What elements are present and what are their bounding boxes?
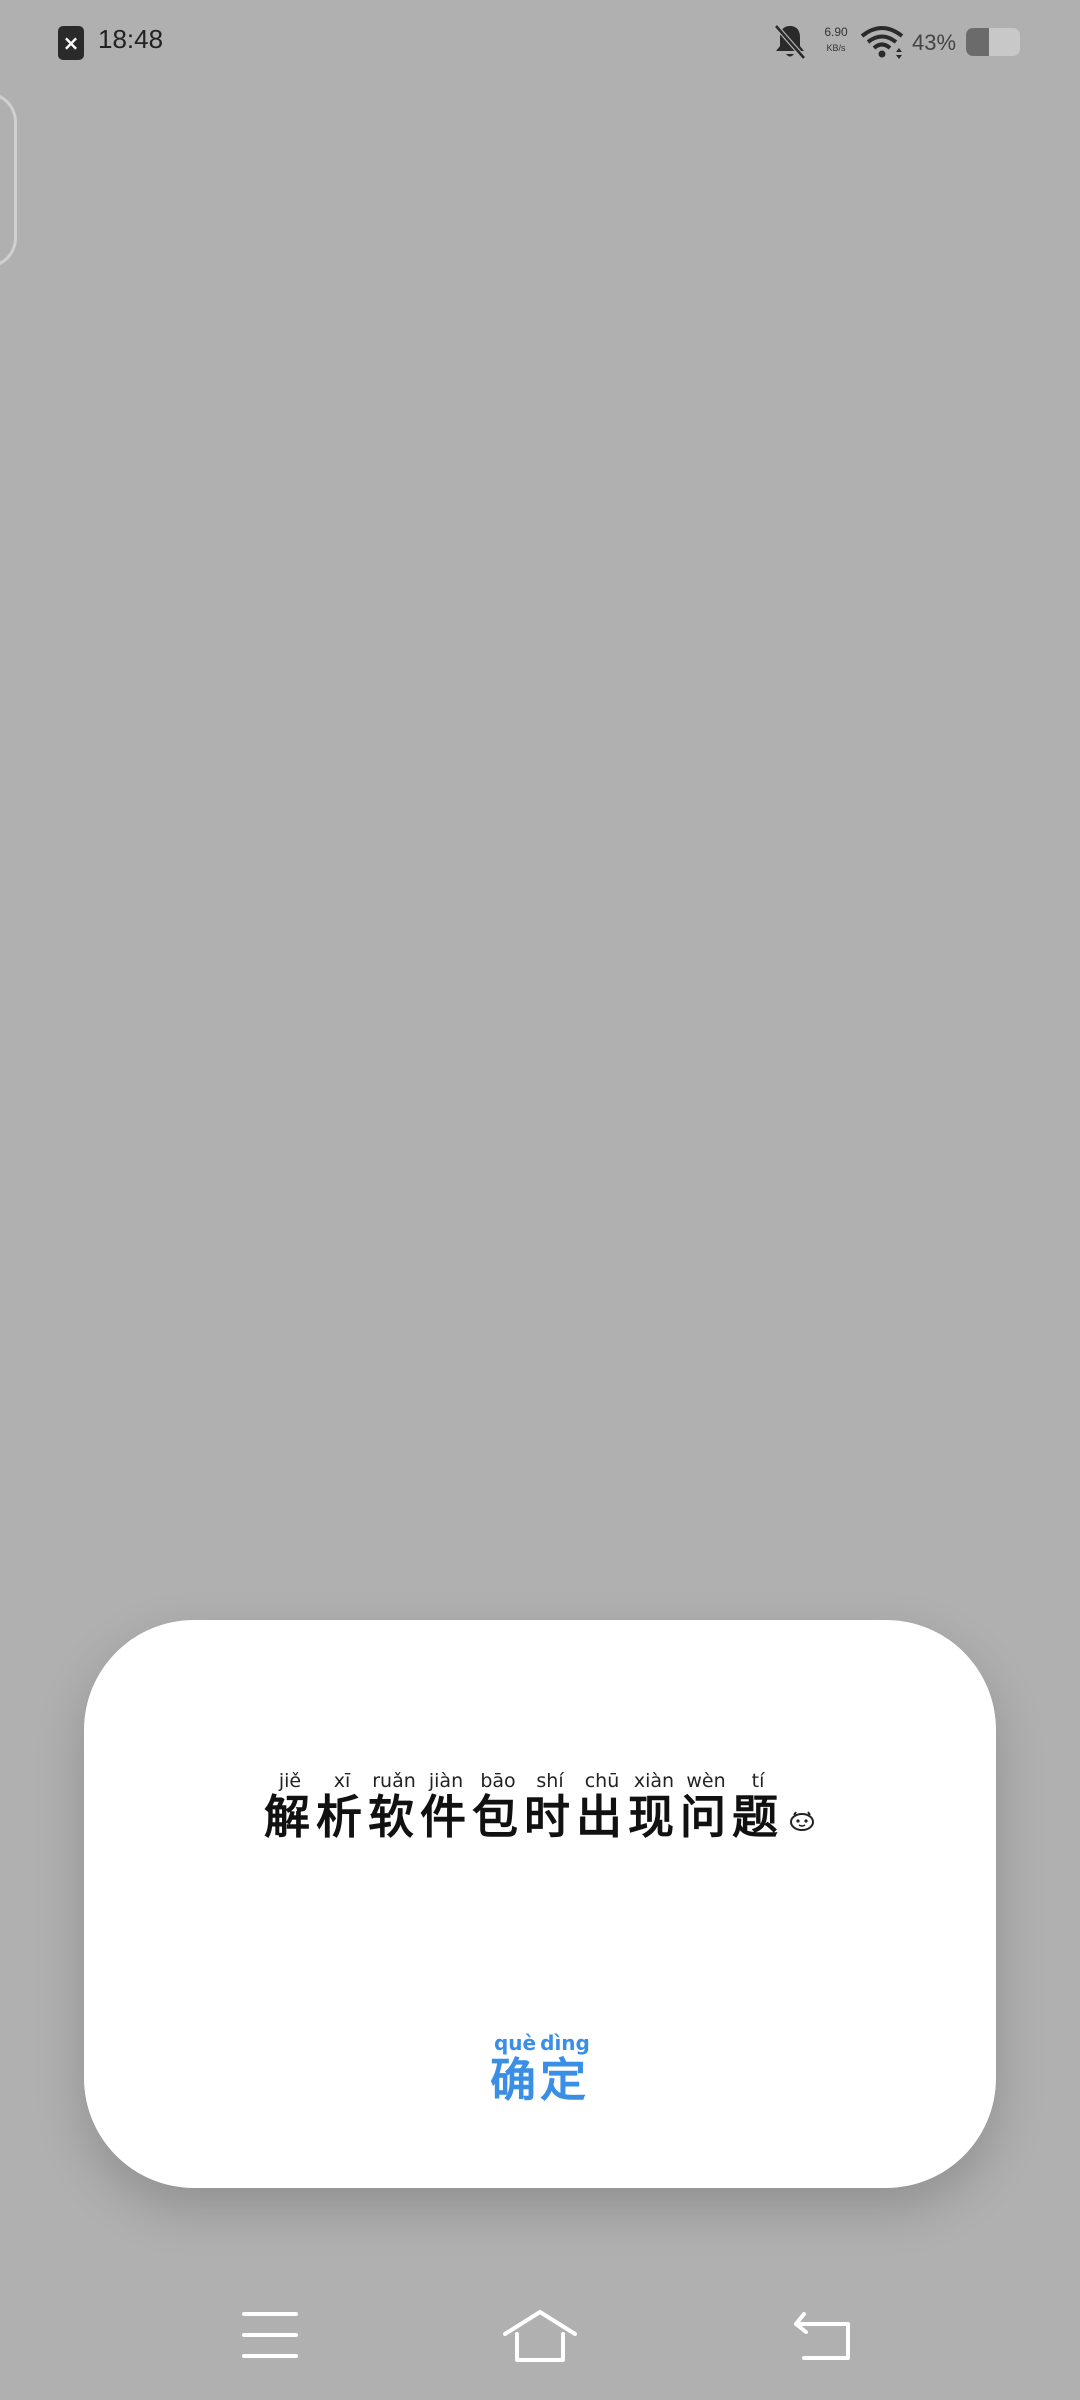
back-icon[interactable] <box>778 2300 868 2370</box>
message-char: 析xī <box>316 1770 368 1844</box>
confirm-char: 定dìng <box>540 2031 590 2107</box>
message-char: 出chū <box>576 1770 628 1844</box>
floating-edge-handle[interactable] <box>0 92 17 268</box>
message-pinyin: wèn <box>680 1770 732 1792</box>
message-char: 软ruǎn <box>368 1770 420 1844</box>
message-pinyin: jiàn <box>420 1770 472 1792</box>
message-char: 现xiàn <box>628 1770 680 1844</box>
message-char: 题tí <box>732 1770 784 1844</box>
dialog-message: 解jiě析xī软ruǎn件jiàn包bāo时shí出chū现xiàn问wèn题t… <box>84 1770 996 1847</box>
message-pinyin: jiě <box>264 1770 316 1792</box>
message-pinyin: xiàn <box>628 1770 680 1792</box>
message-char: 包bāo <box>472 1770 524 1844</box>
message-pinyin: shí <box>524 1770 576 1792</box>
message-pinyin: tí <box>732 1770 784 1792</box>
sim-error-icon: × <box>58 26 84 60</box>
confirm-pinyin: què <box>490 2031 540 2055</box>
alert-dialog: 解jiě析xī软ruǎn件jiàn包bāo时shí出chū现xiàn问wèn题t… <box>84 1620 996 2188</box>
confirm-pinyin: dìng <box>540 2031 590 2055</box>
message-pinyin: xī <box>316 1770 368 1792</box>
message-pinyin: ruǎn <box>368 1770 420 1792</box>
battery-icon <box>966 28 1020 56</box>
bell-muted-icon <box>774 24 806 60</box>
message-char: 时shí <box>524 1770 576 1844</box>
message-char: 件jiàn <box>420 1770 472 1844</box>
battery-fill <box>966 28 990 56</box>
message-char: 解jiě <box>264 1770 316 1844</box>
menu-icon[interactable] <box>226 2300 316 2370</box>
message-pinyin: chū <box>576 1770 628 1792</box>
confirm-button[interactable]: 确què定dìng <box>84 2031 996 2110</box>
wifi-icon <box>860 26 904 59</box>
navigation-bar <box>0 2290 1080 2380</box>
emoji-icon <box>790 1810 814 1831</box>
home-icon[interactable] <box>495 2300 585 2370</box>
clock: 18:48 <box>98 24 164 54</box>
message-pinyin: bāo <box>472 1770 524 1792</box>
confirm-char: 确què <box>490 2031 540 2107</box>
message-char: 问wèn <box>680 1770 732 1844</box>
battery-percent: 43% <box>912 30 957 55</box>
net-speed: 6.90 KB/s <box>824 25 848 53</box>
status-bar: × 18:48 6.90 KB/s 43% <box>0 0 1080 86</box>
